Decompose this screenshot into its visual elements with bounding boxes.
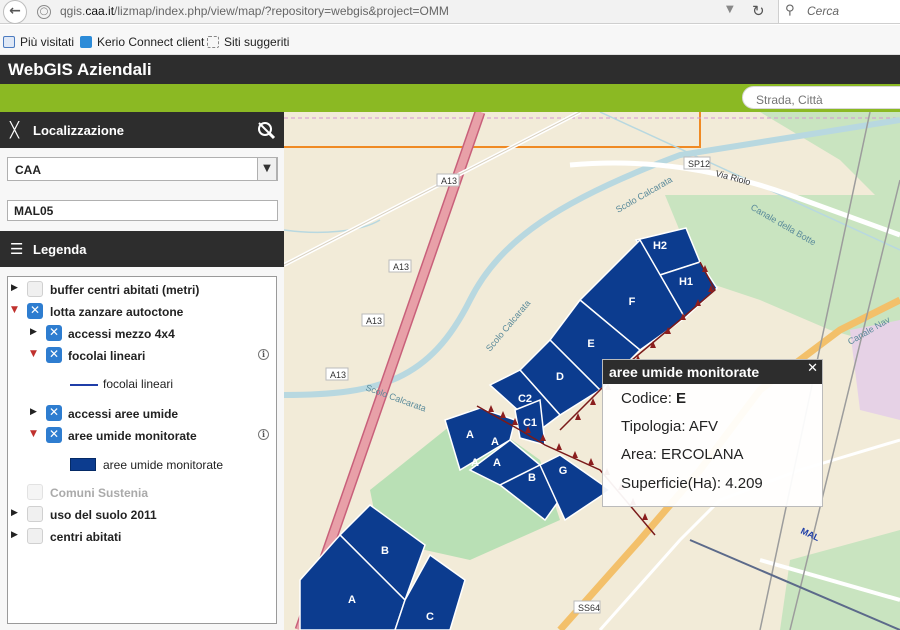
layer-checkbox[interactable] (27, 528, 43, 544)
close-icon[interactable]: ✕ (807, 361, 818, 376)
info-icon[interactable]: i (258, 429, 269, 440)
legend-item-comuni[interactable]: Comuni Sustenia (8, 483, 276, 503)
legend-item-centri[interactable]: ▶ centri abitati (8, 527, 276, 547)
reload-icon[interactable]: ↻ (752, 2, 765, 20)
legend-item-focolai[interactable]: ▼ ✕ focolai lineari i (8, 346, 276, 366)
legend-item-accessi-4x4[interactable]: ▶ ✕ accessi mezzo 4x4 (8, 324, 276, 344)
mail-icon (80, 36, 92, 48)
project-select-value: CAA (15, 163, 41, 177)
legend-item-lotta-zanzare[interactable]: ▼ ✕ lotta zanzare autoctone (8, 302, 276, 322)
polygon-symbol-icon (70, 458, 96, 471)
expand-arrow-icon[interactable]: ▶ (11, 508, 18, 518)
svg-text:SP12: SP12 (688, 159, 710, 169)
expand-arrow-icon[interactable]: ▶ (30, 327, 37, 337)
svg-text:D: D (556, 371, 564, 383)
legend-tree: ▶ buffer centri abitati (metri) ▼ ✕ lott… (7, 276, 277, 624)
collapse-arrow-icon[interactable]: ▼ (30, 429, 37, 439)
svg-text:E: E (587, 338, 594, 350)
layer-checkbox[interactable]: ✕ (46, 405, 62, 421)
collapse-arrow-icon[interactable]: ▼ (30, 349, 37, 359)
expand-arrow-icon[interactable]: ▶ (11, 530, 18, 540)
app-header: WebGIS Aziendali (0, 55, 900, 84)
svg-text:B: B (381, 545, 389, 557)
layer-checkbox[interactable]: ✕ (46, 347, 62, 363)
expand-arrow-icon[interactable]: ▶ (11, 283, 18, 293)
svg-text:A: A (491, 436, 499, 448)
collapse-arrow-icon[interactable]: ▼ (11, 305, 18, 315)
app-title: WebGIS Aziendali (8, 60, 152, 79)
map-canvas[interactable]: H2 H1 F E D C2 C1 A A A A B G B A C A13 … (284, 112, 900, 630)
svg-text:A: A (471, 457, 479, 469)
popup-tipologia: Tipologia: AFV (621, 418, 719, 435)
address-bar[interactable]: qgis.caa.it/lizmap/index.php/view/map/?r… (60, 4, 449, 18)
project-select[interactable]: CAA ▼ (7, 157, 278, 181)
layer-checkbox[interactable] (27, 506, 43, 522)
layer-checkbox[interactable]: ✕ (46, 325, 62, 341)
list-icon: ☰ (10, 240, 24, 258)
layer-checkbox[interactable] (27, 484, 43, 500)
bookmark-kerio[interactable]: Kerio Connect client (80, 35, 204, 49)
legend-item-buffer[interactable]: ▶ buffer centri abitati (metri) (8, 280, 276, 300)
bookmark-most-visited[interactable]: Più visitati (3, 35, 74, 49)
browser-search-placeholder: Cerca (807, 4, 840, 18)
browser-search-box[interactable]: ⚲ Cerca (778, 0, 900, 23)
svg-text:SS64: SS64 (578, 603, 600, 613)
svg-text:H1: H1 (679, 276, 693, 288)
sidebar: ╳ Localizzazione CAA ▼ MAL05 ☰ Legenda ▶… (0, 112, 284, 630)
svg-text:A13: A13 (393, 262, 409, 272)
svg-text:C1: C1 (523, 417, 537, 429)
legend-item-uso-suolo[interactable]: ▶ uso del suolo 2011 (8, 505, 276, 525)
layer-checkbox[interactable]: ✕ (27, 303, 43, 319)
localization-title: Localizzazione (33, 123, 125, 138)
svg-text:G: G (559, 465, 568, 477)
localization-header[interactable]: ╳ Localizzazione (0, 112, 284, 148)
legend-item-accessi-aree[interactable]: ▶ ✕ accessi aree umide (8, 404, 276, 424)
signpost-icon: ╳ (10, 121, 20, 139)
svg-text:A: A (348, 594, 356, 606)
feature-popup: aree umide monitorate ✕ Codice: E Tipolo… (602, 359, 823, 507)
svg-text:H2: H2 (653, 240, 667, 252)
popup-title: aree umide monitorate (603, 360, 822, 384)
popup-codice: Codice: E (621, 390, 687, 407)
svg-text:A13: A13 (366, 316, 382, 326)
layer-checkbox[interactable]: ✕ (46, 427, 62, 443)
svg-text:B: B (528, 472, 536, 484)
legend-symbol-label: aree umide monitorate (103, 458, 224, 472)
legend-item-aree-umide[interactable]: ▼ ✕ aree umide monitorate i (8, 426, 276, 446)
legend-symbol-label: focolai lineari (103, 377, 174, 391)
line-symbol-icon (70, 384, 98, 386)
page-icon (207, 36, 219, 48)
back-button[interactable]: ← (3, 0, 27, 24)
search-icon: ⚲ (785, 3, 795, 18)
url-dropdown-icon[interactable]: ▼ (726, 4, 734, 15)
svg-text:C2: C2 (518, 393, 532, 405)
legend-header[interactable]: ☰ Legenda (0, 231, 284, 267)
app-subbar (0, 84, 900, 112)
popup-superficie: Superficie(Ha): 4.209 (621, 475, 763, 492)
svg-text:F: F (629, 296, 636, 308)
feature-field[interactable]: MAL05 (7, 200, 278, 221)
bookmark-suggested[interactable]: Siti suggeriti (207, 35, 289, 49)
bookmarks-bar: Più visitati Kerio Connect client Siti s… (0, 25, 900, 55)
expand-arrow-icon[interactable]: ▶ (30, 407, 37, 417)
svg-text:C: C (426, 611, 434, 623)
clear-locate-icon[interactable] (256, 120, 276, 140)
popup-area: Area: ERCOLANA (621, 446, 744, 463)
svg-text:A: A (493, 457, 501, 469)
globe-icon: ○ (37, 5, 51, 19)
info-icon[interactable]: i (258, 349, 269, 360)
chevron-down-icon[interactable]: ▼ (257, 157, 277, 181)
legend-title: Legenda (33, 242, 87, 257)
bookmark-icon (3, 36, 15, 48)
svg-text:A: A (466, 429, 474, 441)
svg-text:A13: A13 (441, 176, 457, 186)
address-search-input[interactable] (742, 86, 900, 109)
browser-toolbar: ← ○ qgis.caa.it/lizmap/index.php/view/ma… (0, 0, 900, 24)
svg-text:A13: A13 (330, 370, 346, 380)
layer-checkbox[interactable] (27, 281, 43, 297)
